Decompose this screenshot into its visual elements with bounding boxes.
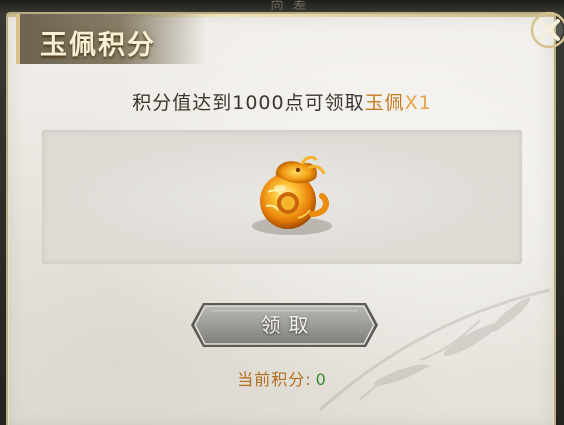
requirement-prefix: 积分值达到1000点可领取 [132, 92, 365, 114]
current-points-label: 当前积分: [237, 370, 312, 389]
golden-dragon-jade-pendant-icon[interactable] [246, 154, 346, 238]
close-x-icon [530, 11, 564, 49]
current-points-display: 当前积分: 0 [0, 366, 564, 390]
claim-button-label: 领取 [260, 313, 317, 337]
current-points-value: 0 [315, 370, 327, 389]
close-button[interactable] [527, 8, 564, 52]
requirement-quantity: X1 [404, 92, 432, 114]
game-screen: 尚 差 玉佩积分 积分值达到1000点可领取玉佩X1 领取 当前积分: 0 [0, 0, 564, 425]
dialog-title: 玉佩积分 [40, 30, 156, 61]
claim-button[interactable]: 领取 [189, 299, 380, 351]
requirement-item-name: 玉佩 [364, 92, 405, 114]
claim-requirement-text: 积分值达到1000点可领取玉佩X1 [0, 88, 564, 115]
